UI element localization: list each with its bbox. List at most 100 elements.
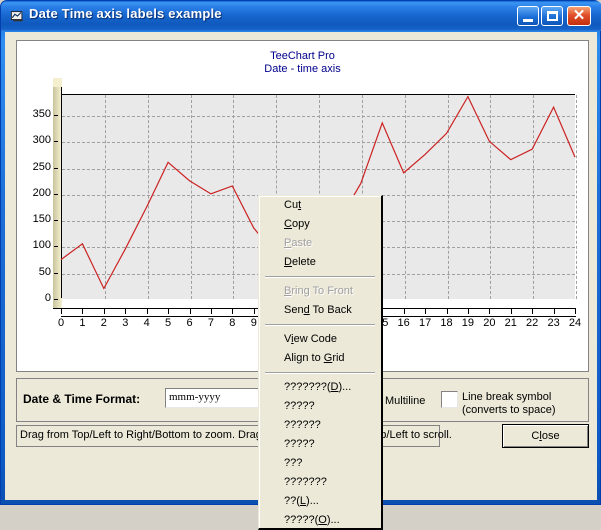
x-tick-mark bbox=[61, 309, 62, 314]
x-tick-label: 16 bbox=[397, 317, 410, 329]
y-tick-mark bbox=[54, 220, 58, 222]
app-chart-icon bbox=[10, 11, 23, 22]
x-tick-label: 1 bbox=[79, 317, 86, 329]
minimize-icon bbox=[523, 19, 533, 22]
menu-item-d[interactable]: ???????(D)... bbox=[259, 378, 381, 397]
status-text: Drag from Top/Left to Right/Bottom to zo… bbox=[20, 429, 452, 441]
title-bar[interactable]: Date Time axis labels example ✕ bbox=[1, 1, 601, 31]
minimize-button[interactable] bbox=[517, 6, 539, 26]
x-tick-label: 5 bbox=[165, 317, 172, 329]
x-tick-label: 18 bbox=[440, 317, 453, 329]
chart-title-line2: Date - time axis bbox=[264, 63, 341, 75]
x-tick-mark bbox=[553, 309, 555, 314]
grid-line-vertical bbox=[104, 95, 106, 299]
menu-item-[interactable]: ??????? bbox=[259, 473, 381, 492]
date-format-label: Date & Time Format: bbox=[23, 392, 141, 406]
x-tick-mark bbox=[575, 309, 576, 314]
menu-item-paste: Paste bbox=[284, 237, 313, 249]
y-tick-label: 0 bbox=[44, 292, 51, 304]
y-tick-mark bbox=[54, 299, 58, 300]
y-tick-label: 100 bbox=[32, 239, 51, 252]
y-tick-label: 50 bbox=[38, 265, 51, 278]
maximize-button[interactable] bbox=[541, 6, 563, 26]
menu-separator bbox=[265, 372, 375, 374]
y-tick-mark bbox=[54, 167, 58, 169]
x-tick-mark bbox=[446, 309, 448, 314]
x-tick-mark bbox=[489, 309, 491, 314]
x-tick-mark bbox=[532, 309, 534, 314]
grid-line-vertical bbox=[147, 95, 149, 299]
app-window: Date Time axis labels example ✕ TeeChart… bbox=[0, 0, 601, 530]
x-tick-mark bbox=[425, 309, 427, 314]
x-tick-mark bbox=[189, 309, 191, 314]
menu-item-[interactable]: ????? bbox=[259, 435, 381, 454]
x-tick-label: 4 bbox=[143, 317, 150, 329]
menu-item-view-code[interactable]: View Code bbox=[259, 330, 381, 349]
grid-line-vertical bbox=[490, 95, 492, 299]
grid-line-vertical bbox=[447, 95, 449, 299]
close-button[interactable]: Close bbox=[502, 424, 589, 448]
y-tick-mark bbox=[54, 246, 58, 248]
x-tick-mark bbox=[510, 309, 512, 314]
menu-item-send-to-back[interactable]: Send To Back bbox=[259, 301, 381, 320]
client-area: TeeChart Pro Date - time axis 0 50 100 150 2… bbox=[5, 32, 597, 530]
menu-item-l[interactable]: ??(L)... bbox=[259, 492, 381, 511]
x-tick-mark bbox=[82, 309, 84, 314]
x-tick-label: 22 bbox=[526, 317, 539, 329]
y-tick-label: 300 bbox=[32, 134, 51, 147]
x-tick-label: 24 bbox=[568, 317, 582, 329]
multiline-label: Multiline bbox=[385, 395, 426, 407]
x-tick-label: 2 bbox=[100, 317, 107, 329]
context-menu[interactable]: Cut Copy Paste Delete Bring To Front Send To … bbox=[258, 195, 383, 530]
x-tick-mark bbox=[103, 309, 105, 314]
multiline-checkbox[interactable] bbox=[441, 391, 458, 408]
menu-separator bbox=[265, 324, 375, 326]
menu-item-[interactable]: ????? bbox=[259, 397, 381, 416]
close-button-label: Close bbox=[531, 430, 560, 442]
grid-line-vertical bbox=[576, 95, 577, 299]
window-title: Date Time axis labels example bbox=[29, 6, 222, 21]
x-tick-mark bbox=[467, 309, 469, 314]
x-tick-label: 20 bbox=[483, 317, 496, 329]
y-tick-label: 350 bbox=[32, 108, 51, 121]
line-break-note-line1: Line break symbol bbox=[462, 391, 552, 403]
menu-item-[interactable]: ??? bbox=[259, 454, 381, 473]
y-tick-label: 200 bbox=[32, 186, 51, 199]
x-tick-mark bbox=[210, 309, 212, 314]
grid-line-vertical bbox=[190, 95, 192, 299]
x-tick-label: 17 bbox=[418, 317, 432, 329]
x-tick-mark bbox=[403, 309, 405, 314]
y-tick-mark bbox=[54, 193, 58, 195]
maximize-icon bbox=[547, 11, 558, 21]
chart-title-line1: TeeChart Pro bbox=[270, 50, 335, 62]
x-tick-mark bbox=[253, 309, 255, 314]
y-tick-mark bbox=[54, 115, 58, 117]
x-tick-mark bbox=[232, 309, 234, 314]
y-tick-label: 150 bbox=[32, 213, 51, 226]
y-tick-label: 250 bbox=[32, 160, 51, 173]
menu-separator bbox=[265, 276, 375, 278]
grid-line-vertical bbox=[233, 95, 235, 299]
x-tick-label: 21 bbox=[504, 317, 517, 329]
x-tick-label: 8 bbox=[229, 317, 236, 329]
menu-item-o[interactable]: ?????(O)... bbox=[259, 511, 381, 530]
y-tick-mark bbox=[54, 272, 58, 274]
close-window-button[interactable]: ✕ bbox=[567, 6, 591, 26]
menu-item-delete[interactable]: Delete bbox=[259, 253, 381, 272]
menu-item-[interactable]: ?????? bbox=[259, 416, 381, 435]
x-tick-label: 3 bbox=[122, 317, 129, 329]
x-tick-mark bbox=[125, 309, 127, 314]
close-icon: ✕ bbox=[572, 7, 586, 24]
menu-item-align-to-grid[interactable]: Align to Grid bbox=[259, 349, 381, 368]
menu-item-copy[interactable]: Copy bbox=[259, 215, 381, 234]
menu-item-bring-to-front: Bring To Front bbox=[284, 285, 353, 297]
x-tick-mark bbox=[168, 309, 170, 314]
chart-title: TeeChart Pro Date - time axis bbox=[17, 50, 588, 76]
grid-line-vertical bbox=[404, 95, 406, 299]
menu-item-cut[interactable]: Cut bbox=[259, 196, 381, 215]
grid-line-vertical bbox=[533, 95, 535, 299]
x-tick-label: 6 bbox=[186, 317, 193, 329]
line-break-note-line2: (converts to space) bbox=[462, 404, 556, 416]
x-tick-label: 23 bbox=[547, 317, 560, 329]
x-tick-label: 19 bbox=[461, 317, 475, 329]
